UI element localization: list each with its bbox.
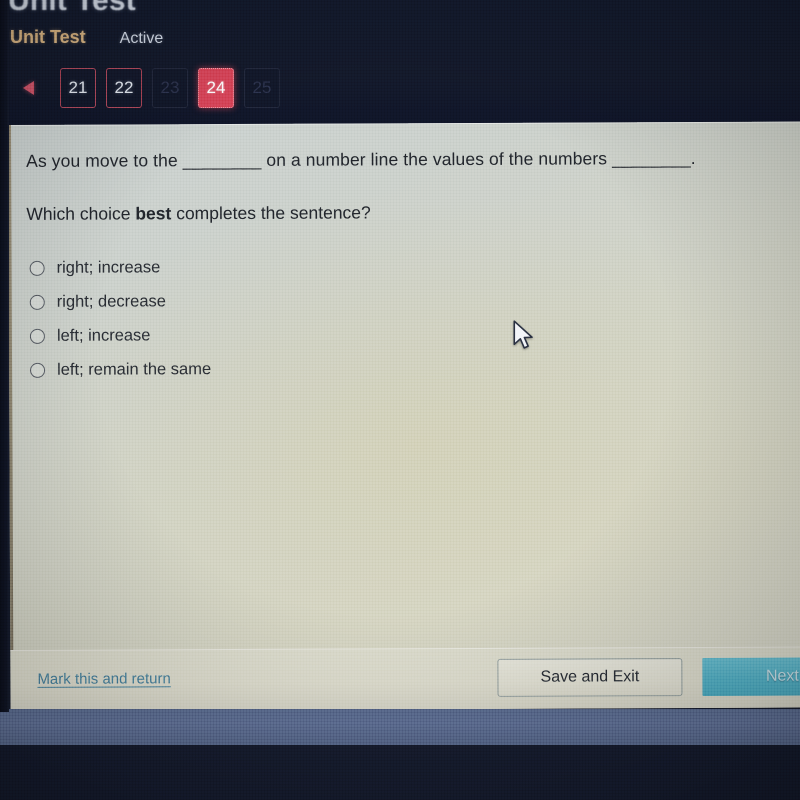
triangle-left-icon [22,81,34,95]
question-page: As you move to the ________ on a number … [8,121,800,711]
question-button-23[interactable]: 23 [152,68,188,108]
question-navigator: 21 22 23 24 25 [6,66,280,110]
question-button-25[interactable]: 25 [244,68,280,108]
choice-option-3[interactable]: left; increase [27,316,767,353]
question-body: As you move to the ________ on a number … [26,146,767,388]
status-badge-active: Active [119,30,164,47]
monitor-bezel-lower [0,745,800,800]
choice-label-2: right; decrease [56,292,166,311]
choice-option-4[interactable]: left; remain the same [27,350,767,387]
answer-choice-list: right; increase right; decrease left; in… [27,248,768,387]
question-prompt-text: Which choice best completes the sentence… [26,201,766,225]
arrow-cursor-icon [513,320,533,349]
tab-unit-test[interactable]: Unit Test [10,27,86,48]
question-button-22[interactable]: 22 [106,68,142,108]
monitor-bezel-upper [0,709,800,745]
prompt-prefix: Which choice [26,203,136,225]
choice-label-1: right; increase [56,258,161,277]
previous-questions-button[interactable] [6,66,50,110]
header-tab-row: Unit Test Active [10,27,163,48]
save-and-exit-button[interactable]: Save and Exit [497,658,683,697]
choice-option-1[interactable]: right; increase [27,248,767,285]
question-stem-text: As you move to the ________ on a number … [26,147,696,171]
monitor-screen-photo: Unit Test Unit Test Active 21 22 23 24 2… [0,0,800,800]
radio-button-icon[interactable] [29,328,45,344]
choice-label-4: left; remain the same [57,359,212,379]
page-title: Unit Test [8,0,136,17]
choice-label-3: left; increase [56,326,151,345]
action-bar: Mark this and return Save and Exit Next [10,646,800,711]
question-button-21[interactable]: 21 [60,68,96,108]
prompt-emphasis: best [135,203,172,224]
radio-button-icon[interactable] [29,260,45,276]
monitor-bezel-left [0,0,9,712]
question-button-24[interactable]: 24 [198,68,234,108]
prompt-suffix: completes the sentence? [171,202,371,224]
mark-this-and-return-link[interactable]: Mark this and return [37,670,170,688]
radio-button-icon[interactable] [29,294,45,310]
choice-option-2[interactable]: right; decrease [27,282,767,319]
app-header: Unit Test Unit Test Active 21 22 23 24 2… [0,0,800,126]
next-button[interactable]: Next [702,657,800,696]
radio-button-icon[interactable] [30,362,46,378]
